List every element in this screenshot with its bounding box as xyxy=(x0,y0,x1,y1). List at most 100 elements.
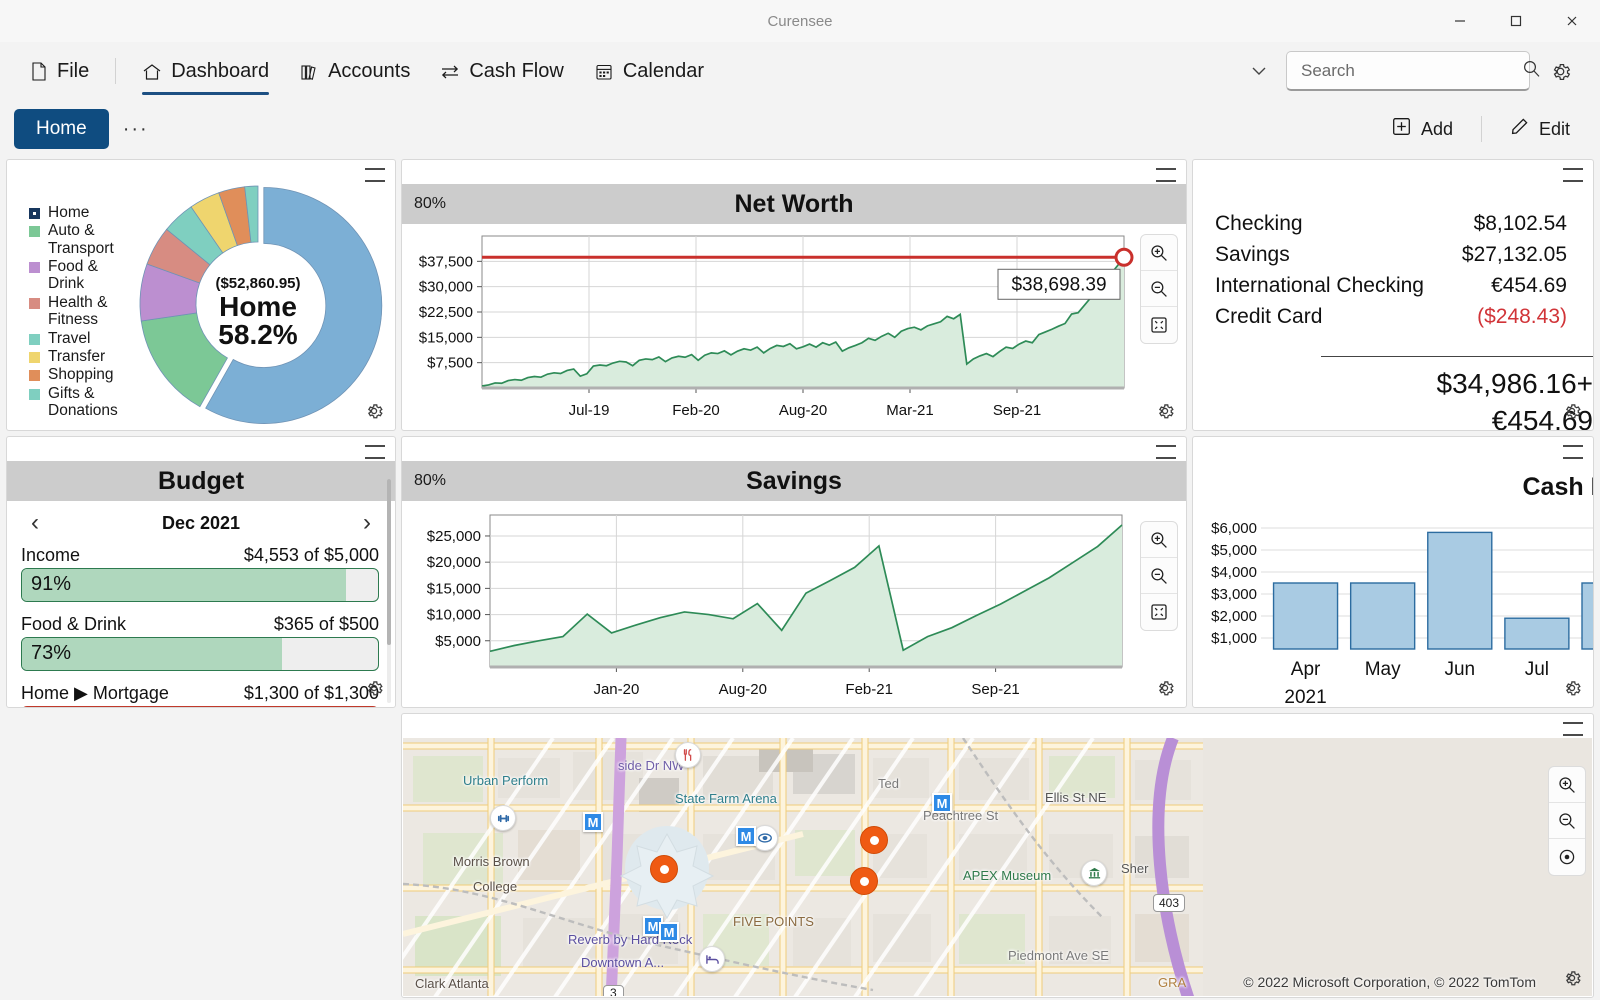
panel-menu-icon-accounts[interactable] xyxy=(1563,168,1583,182)
svg-text:$30,000: $30,000 xyxy=(419,279,473,296)
budget-progress-bar[interactable]: 91% xyxy=(21,568,379,602)
legend-item[interactable]: Home xyxy=(29,204,129,221)
budget-amount: $4,553 of $5,000 xyxy=(243,545,379,565)
chevron-down-icon[interactable] xyxy=(1242,54,1276,88)
menu-item-accounts[interactable]: Accounts xyxy=(285,48,424,94)
search-input[interactable] xyxy=(1301,60,1522,81)
accounts-total-rule xyxy=(1321,356,1593,357)
menu-item-file[interactable]: File xyxy=(14,48,103,94)
map-place-label: Ted xyxy=(878,776,899,791)
map-place-label: Downtown A... xyxy=(581,955,665,970)
minimize-button[interactable] xyxy=(1432,0,1488,42)
zoom-out-icon[interactable] xyxy=(1141,558,1177,594)
menu-item-dashboard[interactable]: Dashboard xyxy=(128,48,283,95)
map-subway-icon[interactable]: M xyxy=(932,793,952,813)
legend-item[interactable]: Auto & Transport xyxy=(29,222,129,257)
settings-gear-icon[interactable] xyxy=(1540,51,1580,91)
menu-item-cashflow[interactable]: Cash Flow xyxy=(426,48,577,94)
panel-menu-icon-categories[interactable] xyxy=(365,168,385,182)
maximize-button[interactable] xyxy=(1488,0,1544,42)
donut-chart[interactable]: ($52,860.95) Home 58.2% xyxy=(125,182,391,426)
map-canvas[interactable]: Urban Perform State Farm Arena Ellis St NE… xyxy=(403,738,1592,996)
account-row[interactable]: Savings $27,132.05 xyxy=(1215,243,1567,267)
map-place-label: College xyxy=(473,879,518,894)
map-restaurant-icon[interactable] xyxy=(675,742,701,768)
budget-progress-bar[interactable]: 73% xyxy=(21,637,379,671)
svg-text:Sep-21: Sep-21 xyxy=(971,681,1019,698)
savings-chart[interactable]: $5,000 $10,000 $15,000 $20,000 $25,000 Jan-20… xyxy=(402,501,1186,707)
budget-scrollbar[interactable] xyxy=(387,479,391,703)
zoom-in-icon[interactable] xyxy=(1141,235,1177,271)
map-hotel-icon[interactable] xyxy=(699,946,725,972)
legend-item-label: Shopping xyxy=(48,366,114,384)
tab-overflow-button[interactable]: ··· xyxy=(109,112,163,147)
map-poi-marker[interactable] xyxy=(860,826,888,854)
close-button[interactable] xyxy=(1544,0,1600,42)
edit-button[interactable]: Edit xyxy=(1494,109,1586,149)
zoom-out-icon[interactable] xyxy=(1141,271,1177,307)
menu-item-calendar[interactable]: Calendar xyxy=(580,48,718,94)
panel-settings-gear-map[interactable] xyxy=(1561,967,1585,991)
map-gym-icon[interactable] xyxy=(490,805,516,831)
budget-category-name[interactable]: Food & Drink xyxy=(21,614,126,635)
budget-progress-bar[interactable]: 100% xyxy=(21,706,379,707)
fit-to-view-icon[interactable] xyxy=(1141,307,1177,343)
legend-item[interactable]: Food & Drink xyxy=(29,258,129,293)
menu-label-calendar: Calendar xyxy=(622,60,704,82)
legend-item-label: Transfer xyxy=(48,347,106,365)
account-row[interactable]: International Checking €454.69 xyxy=(1215,274,1567,298)
map-subway-icon[interactable]: M xyxy=(736,826,756,846)
map-museum-icon[interactable] xyxy=(1081,860,1107,886)
legend-item[interactable]: Shopping xyxy=(29,366,129,383)
menu-right-cluster xyxy=(1242,51,1586,91)
panel-settings-gear-cashflow[interactable] xyxy=(1561,677,1585,701)
svg-text:$5,000: $5,000 xyxy=(1211,542,1257,559)
legend-color-swatch xyxy=(29,333,40,345)
panel-menu-icon-budget[interactable] xyxy=(365,445,385,459)
zoom-in-icon[interactable] xyxy=(1141,522,1177,558)
map-subway-icon[interactable]: M xyxy=(583,812,603,832)
panel-menu-icon-map[interactable] xyxy=(1563,722,1583,736)
account-name: Checking xyxy=(1215,212,1303,235)
panel-menu-icon-networth[interactable] xyxy=(1156,168,1176,182)
account-row[interactable]: Credit Card ($248.43) xyxy=(1215,305,1567,329)
panel-settings-gear-networth[interactable] xyxy=(1154,400,1178,424)
svg-text:Sep-21: Sep-21 xyxy=(993,402,1041,419)
account-balance: $8,102.54 xyxy=(1473,212,1567,235)
legend-item[interactable]: Travel xyxy=(29,330,129,347)
budget-category-name[interactable]: Income xyxy=(21,545,80,566)
panel-menu-icon-savings[interactable] xyxy=(1156,445,1176,459)
accounts-list: Checking $8,102.54 Savings $27,132.05 Intern… xyxy=(1193,160,1593,346)
legend-item[interactable]: Transfer xyxy=(29,348,129,365)
budget-next-month-button[interactable]: › xyxy=(353,509,381,537)
cash-flow-chart[interactable]: Cash Flow $1,000 $2,000 $3,000 $4,000 $5,000 $… xyxy=(1193,459,1594,708)
account-row[interactable]: Checking $8,102.54 xyxy=(1215,212,1567,236)
map-poi-marker[interactable] xyxy=(650,855,678,883)
zoom-in-icon[interactable] xyxy=(1549,767,1585,803)
map-poi-marker[interactable] xyxy=(850,867,878,895)
fit-to-view-icon[interactable] xyxy=(1141,594,1177,630)
search-icon[interactable] xyxy=(1522,59,1541,83)
account-name: Savings xyxy=(1215,243,1290,266)
svg-text:$22,500: $22,500 xyxy=(419,304,473,321)
legend-item[interactable]: Gifts & Donations xyxy=(29,385,129,420)
budget-category-name[interactable]: Home ▶ Mortgage xyxy=(21,683,169,704)
legend-item[interactable]: Health & Fitness xyxy=(29,294,129,329)
account-balance: $27,132.05 xyxy=(1461,243,1567,266)
map-subway-icon[interactable]: M xyxy=(659,922,679,942)
panel-settings-gear-categories[interactable] xyxy=(363,400,387,424)
panel-settings-gear-savings[interactable] xyxy=(1154,677,1178,701)
budget-prev-month-button[interactable]: ‹ xyxy=(21,509,49,537)
tab-home[interactable]: Home xyxy=(14,109,109,149)
search-box[interactable] xyxy=(1286,51,1540,91)
net-worth-chart[interactable]: $7,500 $15,000 $22,500 $30,000 $37,500 Jul-19… xyxy=(402,224,1186,430)
panel-menu-icon-cashflow[interactable] xyxy=(1563,445,1583,459)
panel-settings-gear-accounts[interactable] xyxy=(1561,400,1585,424)
panel-settings-gear-budget[interactable] xyxy=(363,677,387,701)
svg-text:$1,000: $1,000 xyxy=(1211,630,1257,647)
budget-header: Budget xyxy=(7,461,395,501)
add-button[interactable]: Add xyxy=(1376,109,1469,149)
panel-budget: Budget ‹ Dec 2021 › Income $4,553 of $5,0… xyxy=(6,436,396,708)
zoom-out-icon[interactable] xyxy=(1549,803,1585,839)
locate-icon[interactable] xyxy=(1549,839,1585,875)
